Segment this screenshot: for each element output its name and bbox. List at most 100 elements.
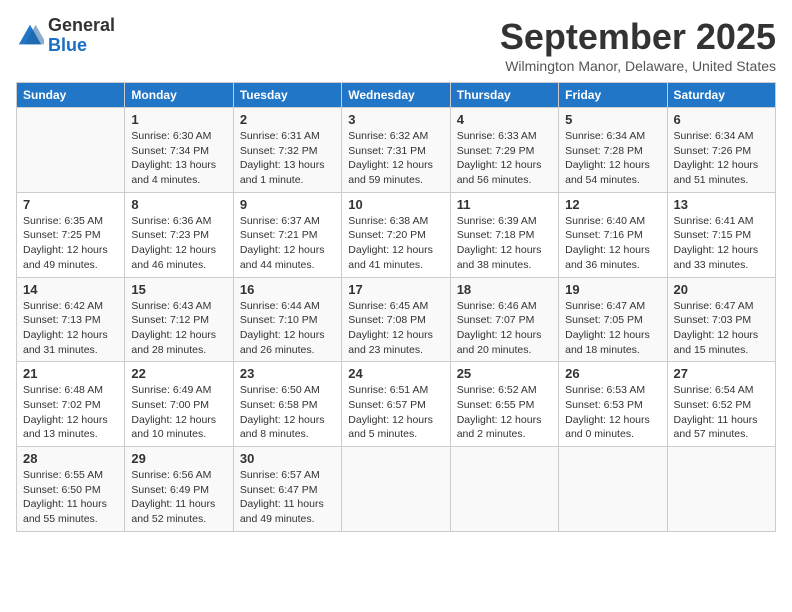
calendar-week: 21 Sunrise: 6:48 AM Sunset: 7:02 PM Dayli… (17, 362, 776, 447)
day-number: 9 (240, 197, 335, 212)
day-info: Sunrise: 6:30 AM Sunset: 7:34 PM Dayligh… (131, 129, 226, 188)
day-number: 15 (131, 282, 226, 297)
calendar-cell: 29Sunrise: 6:56 AM Sunset: 6:49 PM Dayli… (125, 447, 233, 532)
day-number: 6 (674, 112, 769, 127)
day-info: Sunrise: 6:45 AM Sunset: 7:08 PM Dayligh… (348, 299, 443, 358)
calendar-cell: 25 Sunrise: 6:52 AM Sunset: 6:55 PM Dayli… (450, 362, 558, 447)
weekday-header: Thursday (450, 83, 558, 108)
logo: General Blue (16, 16, 115, 56)
weekday-header: Saturday (667, 83, 775, 108)
day-number: 23 (240, 366, 335, 381)
day-info: Sunrise: 6:32 AM Sunset: 7:31 PM Dayligh… (348, 129, 443, 188)
calendar-cell: 9 Sunrise: 6:37 AM Sunset: 7:21 PM Daylig… (233, 192, 341, 277)
day-number: 17 (348, 282, 443, 297)
calendar-cell: 13 Sunrise: 6:41 AM Sunset: 7:15 PM Dayli… (667, 192, 775, 277)
day-info: Sunrise: 6:39 AM Sunset: 7:18 PM Dayligh… (457, 214, 552, 273)
calendar-cell: 19Sunrise: 6:47 AM Sunset: 7:05 PM Dayli… (559, 277, 667, 362)
calendar-cell: 1 Sunrise: 6:30 AM Sunset: 7:34 PM Daylig… (125, 108, 233, 193)
day-number: 5 (565, 112, 660, 127)
day-info: Sunrise: 6:55 AM Sunset: 6:50 PM Dayligh… (23, 468, 118, 527)
day-info: Sunrise: 6:48 AM Sunset: 7:02 PM Dayligh… (23, 383, 118, 442)
calendar-cell: 22Sunrise: 6:49 AM Sunset: 7:00 PM Dayli… (125, 362, 233, 447)
title-block: September 2025 Wilmington Manor, Delawar… (500, 16, 776, 74)
day-info: Sunrise: 6:44 AM Sunset: 7:10 PM Dayligh… (240, 299, 335, 358)
day-info: Sunrise: 6:31 AM Sunset: 7:32 PM Dayligh… (240, 129, 335, 188)
calendar-cell (559, 447, 667, 532)
day-number: 13 (674, 197, 769, 212)
day-info: Sunrise: 6:52 AM Sunset: 6:55 PM Dayligh… (457, 383, 552, 442)
day-info: Sunrise: 6:37 AM Sunset: 7:21 PM Dayligh… (240, 214, 335, 273)
day-info: Sunrise: 6:51 AM Sunset: 6:57 PM Dayligh… (348, 383, 443, 442)
day-info: Sunrise: 6:35 AM Sunset: 7:25 PM Dayligh… (23, 214, 118, 273)
day-info: Sunrise: 6:57 AM Sunset: 6:47 PM Dayligh… (240, 468, 335, 527)
calendar-cell: 12 Sunrise: 6:40 AM Sunset: 7:16 PM Dayli… (559, 192, 667, 277)
day-number: 2 (240, 112, 335, 127)
day-number: 26 (565, 366, 660, 381)
day-info: Sunrise: 6:46 AM Sunset: 7:07 PM Dayligh… (457, 299, 552, 358)
day-info: Sunrise: 6:42 AM Sunset: 7:13 PM Dayligh… (23, 299, 118, 358)
day-number: 28 (23, 451, 118, 466)
calendar-cell: 17 Sunrise: 6:45 AM Sunset: 7:08 PM Dayli… (342, 277, 450, 362)
calendar-cell: 14 Sunrise: 6:42 AM Sunset: 7:13 PM Dayli… (17, 277, 125, 362)
day-info: Sunrise: 6:41 AM Sunset: 7:15 PM Dayligh… (674, 214, 769, 273)
day-info: Sunrise: 6:34 AM Sunset: 7:26 PM Dayligh… (674, 129, 769, 188)
day-info: Sunrise: 6:36 AM Sunset: 7:23 PM Dayligh… (131, 214, 226, 273)
weekday-header: Friday (559, 83, 667, 108)
calendar-cell: 11Sunrise: 6:39 AM Sunset: 7:18 PM Dayli… (450, 192, 558, 277)
day-number: 21 (23, 366, 118, 381)
day-info: Sunrise: 6:54 AM Sunset: 6:52 PM Dayligh… (674, 383, 769, 442)
day-number: 24 (348, 366, 443, 381)
calendar-cell: 4 Sunrise: 6:33 AM Sunset: 7:29 PM Daylig… (450, 108, 558, 193)
day-number: 30 (240, 451, 335, 466)
calendar-cell (17, 108, 125, 193)
calendar-cell: 20 Sunrise: 6:47 AM Sunset: 7:03 PM Dayli… (667, 277, 775, 362)
calendar-week: 28 Sunrise: 6:55 AM Sunset: 6:50 PM Dayli… (17, 447, 776, 532)
logo-text: General Blue (48, 16, 115, 56)
day-info: Sunrise: 6:38 AM Sunset: 7:20 PM Dayligh… (348, 214, 443, 273)
day-number: 16 (240, 282, 335, 297)
day-number: 4 (457, 112, 552, 127)
day-info: Sunrise: 6:34 AM Sunset: 7:28 PM Dayligh… (565, 129, 660, 188)
day-info: Sunrise: 6:53 AM Sunset: 6:53 PM Dayligh… (565, 383, 660, 442)
calendar-cell: 5 Sunrise: 6:34 AM Sunset: 7:28 PM Daylig… (559, 108, 667, 193)
calendar-cell (450, 447, 558, 532)
day-info: Sunrise: 6:33 AM Sunset: 7:29 PM Dayligh… (457, 129, 552, 188)
calendar-cell: 30 Sunrise: 6:57 AM Sunset: 6:47 PM Dayli… (233, 447, 341, 532)
day-number: 27 (674, 366, 769, 381)
logo-blue: Blue (48, 36, 115, 56)
calendar-cell: 27 Sunrise: 6:54 AM Sunset: 6:52 PM Dayli… (667, 362, 775, 447)
calendar-cell: 24 Sunrise: 6:51 AM Sunset: 6:57 PM Dayli… (342, 362, 450, 447)
header-row: SundayMondayTuesdayWednesdayThursdayFrid… (17, 83, 776, 108)
day-number: 1 (131, 112, 226, 127)
weekday-header: Sunday (17, 83, 125, 108)
day-number: 8 (131, 197, 226, 212)
calendar-week: 1 Sunrise: 6:30 AM Sunset: 7:34 PM Daylig… (17, 108, 776, 193)
day-number: 18 (457, 282, 552, 297)
calendar-cell: 28 Sunrise: 6:55 AM Sunset: 6:50 PM Dayli… (17, 447, 125, 532)
day-info: Sunrise: 6:56 AM Sunset: 6:49 PM Dayligh… (131, 468, 226, 527)
day-info: Sunrise: 6:47 AM Sunset: 7:03 PM Dayligh… (674, 299, 769, 358)
day-number: 7 (23, 197, 118, 212)
day-number: 10 (348, 197, 443, 212)
calendar-cell (342, 447, 450, 532)
calendar-cell: 15Sunrise: 6:43 AM Sunset: 7:12 PM Dayli… (125, 277, 233, 362)
logo-general: General (48, 16, 115, 36)
calendar-cell: 21 Sunrise: 6:48 AM Sunset: 7:02 PM Dayli… (17, 362, 125, 447)
location: Wilmington Manor, Delaware, United State… (500, 58, 776, 74)
day-number: 12 (565, 197, 660, 212)
weekday-header: Wednesday (342, 83, 450, 108)
calendar-cell: 2 Sunrise: 6:31 AM Sunset: 7:32 PM Daylig… (233, 108, 341, 193)
day-number: 14 (23, 282, 118, 297)
calendar-week: 14 Sunrise: 6:42 AM Sunset: 7:13 PM Dayli… (17, 277, 776, 362)
day-number: 20 (674, 282, 769, 297)
day-number: 25 (457, 366, 552, 381)
calendar-table: SundayMondayTuesdayWednesdayThursdayFrid… (16, 82, 776, 532)
day-number: 22 (131, 366, 226, 381)
calendar-cell: 26 Sunrise: 6:53 AM Sunset: 6:53 PM Dayli… (559, 362, 667, 447)
day-info: Sunrise: 6:40 AM Sunset: 7:16 PM Dayligh… (565, 214, 660, 273)
calendar-cell: 7 Sunrise: 6:35 AM Sunset: 7:25 PM Daylig… (17, 192, 125, 277)
weekday-header: Monday (125, 83, 233, 108)
calendar-cell: 16 Sunrise: 6:44 AM Sunset: 7:10 PM Dayli… (233, 277, 341, 362)
calendar-cell: 8 Sunrise: 6:36 AM Sunset: 7:23 PM Daylig… (125, 192, 233, 277)
calendar-cell: 23Sunrise: 6:50 AM Sunset: 6:58 PM Dayli… (233, 362, 341, 447)
